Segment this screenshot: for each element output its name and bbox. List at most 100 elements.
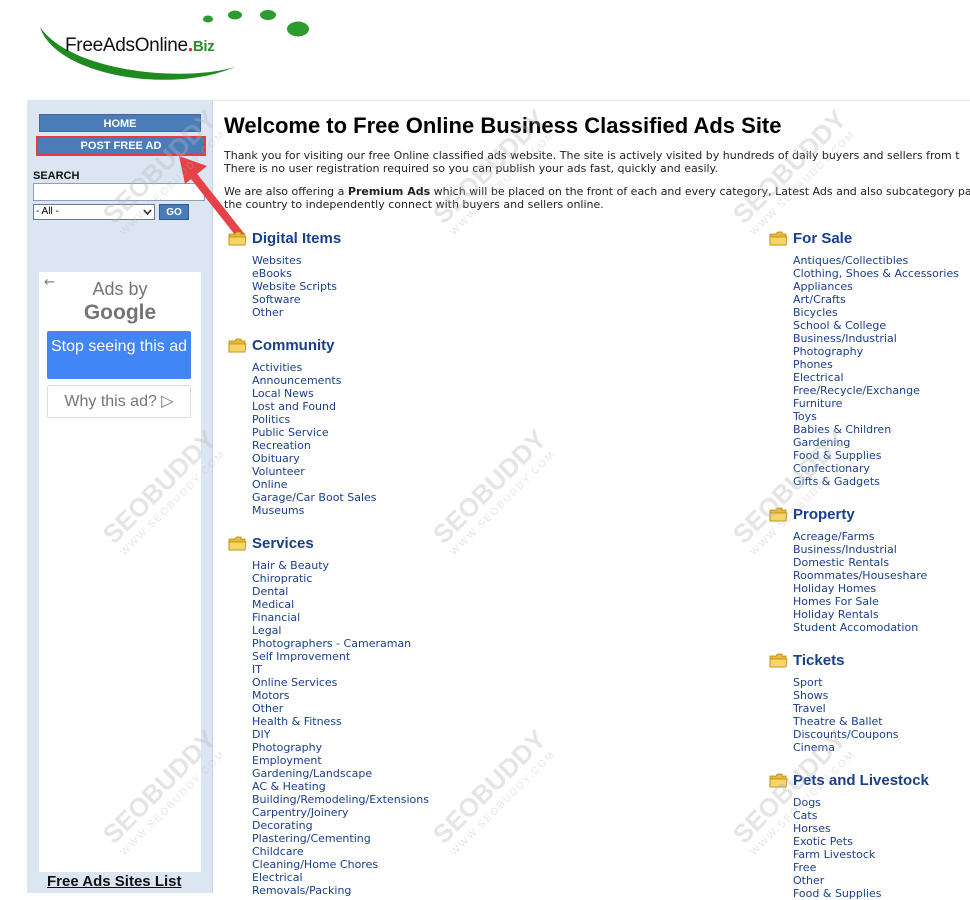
subcategory-link[interactable]: AC & Heating [252, 780, 429, 793]
category-header[interactable]: Tickets [769, 652, 899, 672]
subcategory-link[interactable]: Appliances [793, 280, 959, 293]
subcategory-link[interactable]: eBooks [252, 267, 337, 280]
home-button[interactable]: HOME [39, 114, 201, 132]
subcategory-link[interactable]: Cinema [793, 741, 899, 754]
subcategory-link[interactable]: Clothing, Shoes & Accessories [793, 267, 959, 280]
subcategory-link[interactable]: Gifts & Gadgets [793, 475, 959, 488]
subcategory-link[interactable]: Student Accomodation [793, 621, 927, 634]
subcategory-link[interactable]: Theatre & Ballet [793, 715, 899, 728]
subcategory-link[interactable]: Obituary [252, 452, 377, 465]
subcategory-link[interactable]: Cats [793, 809, 881, 822]
category-header[interactable]: Digital Items [228, 230, 341, 250]
free-ads-sites-list-link[interactable]: Free Ads Sites List [47, 873, 182, 890]
subcategory-link[interactable]: Health & Fitness [252, 715, 429, 728]
subcategory-link[interactable]: Antiques/Collectibles [793, 254, 959, 267]
subcategory-link[interactable]: Exotic Pets [793, 835, 881, 848]
subcategory-link[interactable]: Childcare [252, 845, 429, 858]
subcategory-link[interactable]: Farm Livestock [793, 848, 881, 861]
category-header[interactable]: Community [228, 337, 377, 357]
why-this-ad-button[interactable]: Why this ad? ▷ [47, 385, 191, 418]
subcategory-link[interactable]: Volunteer [252, 465, 377, 478]
category-title[interactable]: Pets and Livestock [793, 772, 929, 789]
subcategory-link[interactable]: Local News [252, 387, 377, 400]
subcategory-link[interactable]: Toys [793, 410, 959, 423]
subcategory-link[interactable]: Carpentry/Joinery [252, 806, 429, 819]
subcategory-link[interactable]: Politics [252, 413, 377, 426]
subcategory-link[interactable]: Dental [252, 585, 429, 598]
subcategory-link[interactable]: Electrical [252, 871, 429, 884]
subcategory-link[interactable]: Other [793, 874, 881, 887]
subcategory-link[interactable]: Business/Industrial [793, 543, 927, 556]
subcategory-link[interactable]: Museums [252, 504, 377, 517]
subcategory-link[interactable]: Photography [793, 345, 959, 358]
subcategory-link[interactable]: Self Improvement [252, 650, 429, 663]
category-header[interactable]: Property [769, 506, 927, 526]
subcategory-link[interactable]: Furniture [793, 397, 959, 410]
subcategory-link[interactable]: Holiday Homes [793, 582, 927, 595]
subcategory-link[interactable]: Hair & Beauty [252, 559, 429, 572]
subcategory-link[interactable]: Recreation [252, 439, 377, 452]
subcategory-link[interactable]: Employment [252, 754, 429, 767]
subcategory-link[interactable]: Confectionary [793, 462, 959, 475]
subcategory-link[interactable]: Babies & Children [793, 423, 959, 436]
subcategory-link[interactable]: Building/Remodeling/Extensions [252, 793, 429, 806]
subcategory-link[interactable]: Garage/Car Boot Sales [252, 491, 377, 504]
category-title[interactable]: Tickets [793, 652, 844, 669]
subcategory-link[interactable]: Food & Supplies [793, 449, 959, 462]
subcategory-link[interactable]: Plastering/Cementing [252, 832, 429, 845]
category-header[interactable]: Pets and Livestock [769, 772, 929, 792]
subcategory-link[interactable]: Financial [252, 611, 429, 624]
subcategory-link[interactable]: Cleaning/Home Chores [252, 858, 429, 871]
category-header[interactable]: Services [228, 535, 429, 555]
subcategory-link[interactable]: Public Service [252, 426, 377, 439]
subcategory-link[interactable]: DIY [252, 728, 429, 741]
subcategory-link[interactable]: Activities [252, 361, 377, 374]
category-title[interactable]: Digital Items [252, 230, 341, 247]
subcategory-link[interactable]: Domestic Rentals [793, 556, 927, 569]
subcategory-link[interactable]: Business/Industrial [793, 332, 959, 345]
subcategory-link[interactable]: Gardening/Landscape [252, 767, 429, 780]
subcategory-link[interactable]: Electrical [793, 371, 959, 384]
subcategory-link[interactable]: Bicycles [793, 306, 959, 319]
subcategory-link[interactable]: Motors [252, 689, 429, 702]
subcategory-link[interactable]: Decorating [252, 819, 429, 832]
subcategory-link[interactable]: Food & Supplies [793, 887, 881, 900]
subcategory-link[interactable]: Websites [252, 254, 337, 267]
category-select[interactable]: - All - [33, 204, 155, 220]
subcategory-link[interactable]: Online [252, 478, 377, 491]
subcategory-link[interactable]: Sport [793, 676, 899, 689]
subcategory-link[interactable]: Medical [252, 598, 429, 611]
stop-seeing-ad-button[interactable]: Stop seeing this ad [47, 331, 191, 379]
category-title[interactable]: For Sale [793, 230, 852, 247]
subcategory-link[interactable]: Dogs [793, 796, 881, 809]
subcategory-link[interactable]: Free [793, 861, 881, 874]
subcategory-link[interactable]: Roommates/Houseshare [793, 569, 927, 582]
subcategory-link[interactable]: Online Services [252, 676, 429, 689]
site-logo[interactable]: FreeAdsOnline.Biz [30, 5, 320, 90]
subcategory-link[interactable]: School & College [793, 319, 959, 332]
subcategory-link[interactable]: Software [252, 293, 337, 306]
subcategory-link[interactable]: Homes For Sale [793, 595, 927, 608]
subcategory-link[interactable]: Website Scripts [252, 280, 337, 293]
subcategory-link[interactable]: Art/Crafts [793, 293, 959, 306]
subcategory-link[interactable]: Acreage/Farms [793, 530, 927, 543]
subcategory-link[interactable]: Horses [793, 822, 881, 835]
subcategory-link[interactable]: IT [252, 663, 429, 676]
category-title[interactable]: Community [252, 337, 335, 354]
subcategory-link[interactable]: Free/Recycle/Exchange [793, 384, 959, 397]
subcategory-link[interactable]: Chiropratic [252, 572, 429, 585]
subcategory-link[interactable]: Other [252, 702, 429, 715]
subcategory-link[interactable]: Photography [252, 741, 429, 754]
category-header[interactable]: For Sale [769, 230, 959, 250]
subcategory-link[interactable]: Discounts/Coupons [793, 728, 899, 741]
subcategory-link[interactable]: Lost and Found [252, 400, 377, 413]
subcategory-link[interactable]: Gardening [793, 436, 959, 449]
subcategory-link[interactable]: Travel [793, 702, 899, 715]
subcategory-link[interactable]: Other [252, 306, 337, 319]
subcategory-link[interactable]: Announcements [252, 374, 377, 387]
category-title[interactable]: Services [252, 535, 314, 552]
subcategory-link[interactable]: Legal [252, 624, 429, 637]
subcategory-link[interactable]: Phones [793, 358, 959, 371]
category-title[interactable]: Property [793, 506, 855, 523]
subcategory-link[interactable]: Holiday Rentals [793, 608, 927, 621]
